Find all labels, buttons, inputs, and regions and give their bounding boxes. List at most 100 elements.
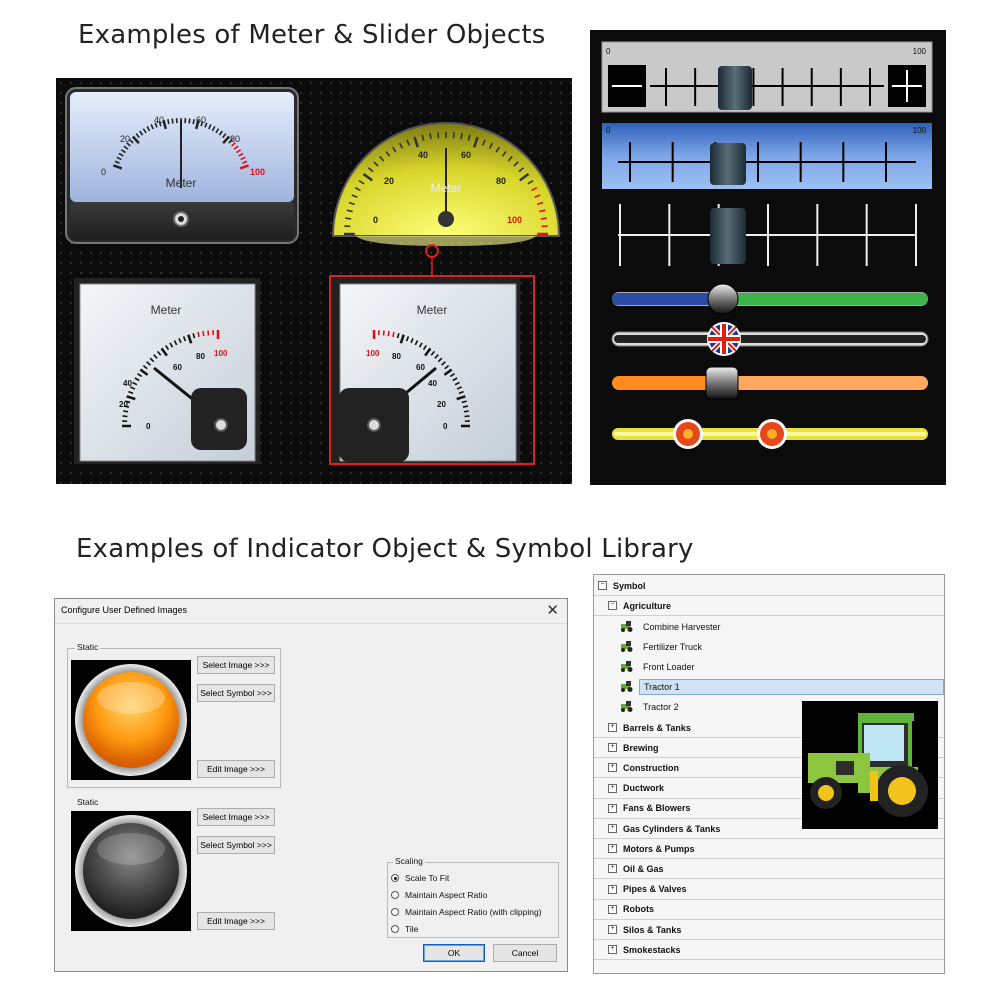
slider-thumb[interactable] <box>710 208 746 264</box>
union-flag-icon[interactable] <box>707 322 741 356</box>
radio-maintain-aspect-clip[interactable]: Maintain Aspect Ratio (with clipping) <box>391 907 542 917</box>
static-label: Static <box>75 797 101 807</box>
slider-thumb[interactable] <box>705 366 739 400</box>
meter-classic[interactable] <box>65 87 299 244</box>
tree-item[interactable]: Front Loader <box>594 657 944 676</box>
scaling-label: Scaling <box>393 856 425 866</box>
radio-label: Tile <box>405 924 419 934</box>
static-label: Static <box>75 642 101 652</box>
gauge-tick <box>429 133 432 140</box>
tree-category-label: Brewing <box>623 742 659 753</box>
slider-flower-bar[interactable] <box>612 419 928 449</box>
gauge-tick <box>345 217 352 220</box>
tree-item[interactable]: Combine Harvester <box>594 617 944 636</box>
tree-category[interactable]: + Motors & Pumps <box>594 839 944 860</box>
select-symbol-button[interactable]: Select Symbol >>> <box>197 684 275 702</box>
tick-label: 100 <box>214 349 228 358</box>
tree-category[interactable]: + Pipes & Valves <box>594 879 944 900</box>
expand-icon[interactable]: + <box>608 945 617 955</box>
tree-category[interactable]: + Robots <box>594 899 944 920</box>
tree-item-label: Front Loader <box>643 661 695 672</box>
tree-item[interactable]: Fertilizer Truck <box>594 637 944 656</box>
gauge-tick <box>123 410 129 413</box>
slider-thumb[interactable] <box>718 66 752 110</box>
tick-label: 0 <box>146 422 151 431</box>
dialog-body: Static Select Image >>> Select Symbol >>… <box>55 623 567 971</box>
meter-label: Meter <box>151 303 182 317</box>
edit-image-button[interactable]: Edit Image >>> <box>197 912 275 930</box>
tick-label: 40 <box>418 150 428 160</box>
tree-category[interactable]: + Oil & Gas <box>594 859 944 880</box>
collapse-icon[interactable]: − <box>598 581 607 590</box>
expand-icon[interactable]: + <box>608 824 617 833</box>
orange-indicator-image[interactable] <box>71 660 191 780</box>
slider-blue-ruler[interactable]: 0 100 <box>602 123 932 189</box>
meters-panel: Meter 0 20 40 60 80 100 Meter 0 20 40 60… <box>56 78 572 484</box>
symbol-library-tree: − Symbol − Agriculture Combine Harvester… <box>593 574 945 974</box>
tree-category[interactable]: + Smokestacks <box>594 940 944 961</box>
meter-yellow-half[interactable] <box>331 122 561 275</box>
slider-blue-green-bar[interactable] <box>612 283 928 315</box>
expand-icon[interactable]: + <box>608 783 617 793</box>
tree-root[interactable]: − Symbol <box>594 576 944 596</box>
gauge-tick <box>192 119 195 125</box>
tick-label: 100 <box>366 349 380 358</box>
expand-icon[interactable]: + <box>608 884 617 894</box>
select-image-button[interactable]: Select Image >>> <box>197 656 275 674</box>
expand-icon[interactable]: + <box>608 763 617 773</box>
radio-tile[interactable]: Tile <box>391 924 418 934</box>
flower-thumb-icon[interactable] <box>673 419 703 449</box>
tick-label: 80 <box>392 352 401 361</box>
gauge-tick <box>197 331 200 338</box>
radio-maintain-aspect[interactable]: Maintain Aspect Ratio <box>391 890 487 900</box>
expand-icon[interactable]: + <box>608 743 617 753</box>
slider-flag-bar[interactable] <box>611 322 929 356</box>
tree-category-label: Silos & Tanks <box>623 924 682 935</box>
edit-image-button[interactable]: Edit Image >>> <box>197 760 275 778</box>
expand-icon[interactable]: + <box>608 904 617 914</box>
tree-category[interactable]: + Silos & Tanks <box>594 920 944 940</box>
expand-icon[interactable]: + <box>608 864 617 874</box>
flower-thumb-icon[interactable] <box>757 419 787 449</box>
rotate-handle-icon[interactable] <box>425 244 439 275</box>
expand-icon[interactable]: + <box>608 844 617 854</box>
expand-icon[interactable]: + <box>608 925 617 934</box>
tree-item[interactable]: Tractor 1 <box>594 677 944 696</box>
tree-category-label: Robots <box>623 904 654 915</box>
slider-min-label: 0 <box>606 47 611 56</box>
tree-category-label: Ductwork <box>623 783 665 794</box>
slider-gray-ruler[interactable]: 0 100 <box>601 41 933 113</box>
slider-thumb[interactable] <box>707 283 739 315</box>
close-icon[interactable]: ✕ <box>546 601 559 619</box>
select-image-button[interactable]: Select Image >>> <box>197 808 275 826</box>
radio-selected-icon <box>391 874 399 882</box>
tree-category-agriculture[interactable]: − Agriculture <box>594 596 944 616</box>
select-symbol-button[interactable]: Select Symbol >>> <box>197 836 275 854</box>
radio-label: Maintain Aspect Ratio <box>405 890 488 900</box>
tick-label: 80 <box>230 134 240 144</box>
tractor-preview-image <box>802 701 938 829</box>
expand-icon[interactable]: + <box>608 723 617 732</box>
indicators-heading: Examples of Indicator Object & Symbol Li… <box>76 534 694 564</box>
cancel-button[interactable]: Cancel <box>493 944 557 962</box>
tick-label: 60 <box>196 115 206 125</box>
slider-plain-ruler[interactable] <box>618 204 917 266</box>
slider-orange-bar[interactable] <box>612 366 928 400</box>
collapse-icon[interactable]: − <box>608 601 617 610</box>
tree-category-label: Gas Cylinders & Tanks <box>623 823 721 834</box>
vehicle-icon <box>620 621 634 632</box>
tick-label: 100 <box>250 167 265 177</box>
gray-indicator-image[interactable] <box>71 811 191 931</box>
slider-thumb[interactable] <box>710 143 746 185</box>
dialog-title: Configure User Defined Images <box>61 605 188 615</box>
tick-label: 0 <box>443 422 448 431</box>
ok-button[interactable]: OK <box>423 944 485 962</box>
radio-scale-to-fit[interactable]: Scale To Fit <box>391 873 449 883</box>
tick-label: 20 <box>119 400 128 409</box>
gauge-tick <box>387 331 390 337</box>
tree-category-label: Agriculture <box>623 600 672 611</box>
tree-item-label: Combine Harvester <box>643 621 721 632</box>
meter-label: Meter <box>431 181 462 195</box>
expand-icon[interactable]: + <box>608 803 617 813</box>
tick-label: 40 <box>123 379 132 388</box>
